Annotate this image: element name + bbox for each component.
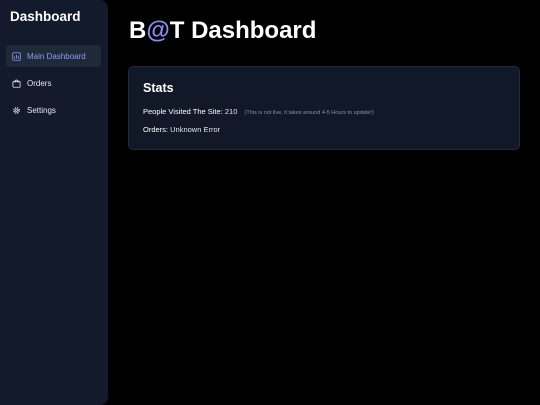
sidebar-item-label: Settings (27, 105, 56, 115)
sidebar-item-settings[interactable]: Settings (6, 99, 101, 121)
orders-row: Orders: Unknown Error (143, 125, 220, 134)
visited-value: 210 (224, 107, 238, 116)
page-title: B@T Dashboard (129, 17, 316, 45)
page-title-suffix: T Dashboard (169, 17, 317, 44)
visited-label: People Visited The Site: (143, 107, 223, 116)
page-title-prefix: B (129, 17, 147, 44)
orders-value: Unknown Error (170, 125, 221, 134)
stats-card: Stats People Visited The Site: 210 (This… (128, 66, 520, 150)
shopping-bag-icon (12, 79, 21, 88)
sidebar-title: Dashboard (10, 9, 81, 24)
sidebar: Dashboard Main Dashboard Orders Settings (0, 0, 108, 405)
sidebar-item-orders[interactable]: Orders (6, 72, 101, 94)
orders-label: Orders: (143, 125, 169, 134)
sidebar-item-main-dashboard[interactable]: Main Dashboard (6, 45, 101, 67)
page-title-at: @ (146, 17, 170, 44)
gear-icon (12, 106, 21, 115)
stats-title: Stats (143, 81, 174, 95)
visited-row: People Visited The Site: 210 (This is no… (143, 107, 374, 116)
visited-note: (This is not live, it takes around 4-5 H… (244, 110, 374, 116)
bar-chart-icon (12, 51, 21, 61)
app-root: Dashboard Main Dashboard Orders Settings… (0, 0, 540, 405)
sidebar-item-label: Orders (27, 78, 52, 88)
sidebar-item-label: Main Dashboard (27, 51, 86, 61)
